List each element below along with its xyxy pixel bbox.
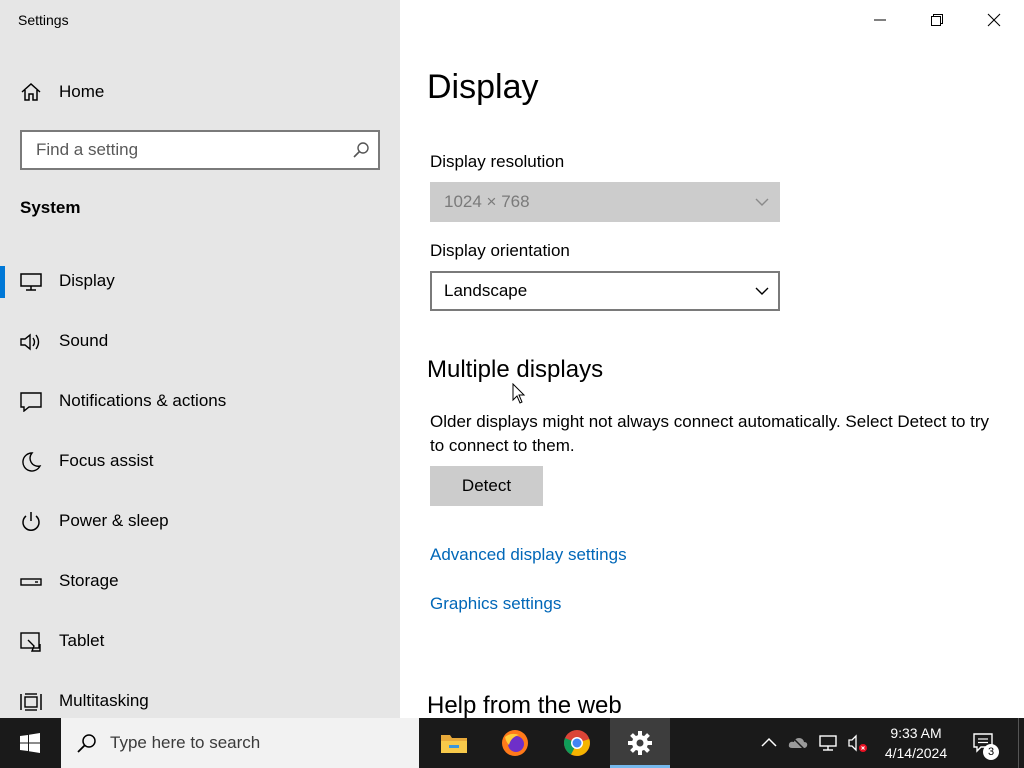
taskbar-app-settings[interactable] [610, 718, 670, 768]
sidebar-item-focus-assist[interactable]: Focus assist [0, 434, 400, 490]
orientation-value: Landscape [444, 281, 528, 300]
clock-time: 9:33 AM [890, 725, 942, 741]
home-icon [21, 82, 41, 101]
onedrive-cloud-icon[interactable] [788, 733, 808, 753]
taskbar-app-chrome[interactable] [547, 718, 607, 768]
resolution-value: 1024 × 768 [444, 192, 530, 211]
sidebar-item-tablet[interactable]: Tablet [0, 614, 400, 670]
volume-muted-icon[interactable] [848, 733, 868, 753]
sidebar-item-home[interactable]: Home [0, 72, 400, 112]
sidebar-item-label: Power & sleep [59, 511, 169, 530]
taskbar-clock[interactable]: 9:33 AM 4/14/2024 [872, 723, 960, 763]
speaker-icon [20, 333, 40, 351]
sidebar-item-label: Tablet [59, 631, 105, 650]
advanced-display-settings-link[interactable]: Advanced display settings [430, 545, 627, 565]
app-title: Settings [18, 12, 69, 28]
find-setting-search[interactable] [20, 130, 380, 170]
file-explorer-icon [441, 735, 467, 753]
tablet-icon [20, 632, 41, 652]
resolution-dropdown: 1024 × 768 [430, 182, 780, 222]
sidebar-item-label: Storage [59, 571, 119, 590]
find-setting-input[interactable] [22, 132, 342, 168]
monitor-icon [20, 273, 42, 291]
firefox-icon [502, 730, 528, 756]
sidebar-item-label: Home [59, 82, 105, 101]
windows-logo-icon [20, 733, 40, 753]
multiple-displays-heading: Multiple displays [427, 356, 604, 383]
detect-button[interactable]: Detect [430, 466, 543, 506]
resolution-label: Display resolution [430, 152, 565, 171]
action-center-button[interactable]: 3 [962, 718, 1008, 768]
network-icon[interactable] [818, 733, 838, 753]
multiple-displays-description: Older displays might not always connect … [430, 412, 990, 455]
chevron-down-icon [755, 198, 769, 206]
sidebar-item-sound[interactable]: Sound [0, 314, 400, 370]
help-from-web-heading: Help from the web [427, 692, 622, 718]
sidebar-item-label: Sound [59, 331, 109, 350]
sidebar-item-display[interactable]: Display [0, 254, 400, 310]
sidebar-item-label: Display [59, 271, 115, 290]
page-title: Display [427, 68, 539, 106]
section-title-system: System [20, 198, 81, 217]
taskbar-search-box[interactable]: Type here to search [61, 718, 419, 768]
sidebar-item-notifications[interactable]: Notifications & actions [0, 374, 400, 430]
taskbar-app-firefox[interactable] [485, 718, 545, 768]
search-icon[interactable] [352, 141, 370, 159]
restore-button[interactable] [909, 0, 965, 40]
close-icon [987, 13, 1001, 27]
notification-count-badge: 3 [983, 744, 999, 760]
chevron-up-icon[interactable] [759, 733, 779, 753]
minimize-icon [874, 19, 886, 21]
sidebar-item-storage[interactable]: Storage [0, 554, 400, 610]
orientation-dropdown[interactable]: Landscape [430, 271, 780, 311]
multitasking-icon [20, 693, 42, 711]
drive-icon [20, 578, 42, 586]
taskbar: Type here to search 9:33 AM 4/14/2024 3 [0, 718, 1024, 768]
graphics-settings-link[interactable]: Graphics settings [430, 594, 561, 614]
sidebar-item-power-sleep[interactable]: Power & sleep [0, 494, 400, 550]
sidebar-item-label: Notifications & actions [59, 391, 227, 410]
sidebar-item-label: Multitasking [59, 691, 149, 710]
settings-gear-icon [628, 731, 652, 755]
orientation-label: Display orientation [430, 241, 570, 260]
display-settings-panel: Display Display resolution 1024 × 768 Di… [400, 0, 1024, 718]
start-button[interactable] [0, 718, 60, 768]
sidebar-item-multitasking[interactable]: Multitasking [0, 674, 400, 718]
mouse-cursor-icon [512, 383, 526, 404]
clipped-scrolled-link [430, 118, 650, 124]
show-desktop-button[interactable] [1018, 718, 1024, 768]
message-icon [20, 392, 42, 412]
close-button[interactable] [966, 0, 1022, 40]
taskbar-app-file-explorer[interactable] [424, 718, 484, 768]
clock-date: 4/14/2024 [884, 745, 948, 761]
minimize-button[interactable] [852, 0, 908, 40]
sidebar-item-label: Focus assist [59, 451, 154, 470]
settings-sidebar: Settings Home System Display Sound [0, 0, 400, 718]
moon-icon [22, 452, 42, 472]
chrome-icon [564, 730, 590, 756]
search-icon [77, 734, 96, 753]
chevron-down-icon [755, 287, 769, 295]
restore-icon [931, 14, 943, 26]
power-icon [22, 512, 40, 531]
taskbar-search-placeholder: Type here to search [110, 733, 261, 752]
